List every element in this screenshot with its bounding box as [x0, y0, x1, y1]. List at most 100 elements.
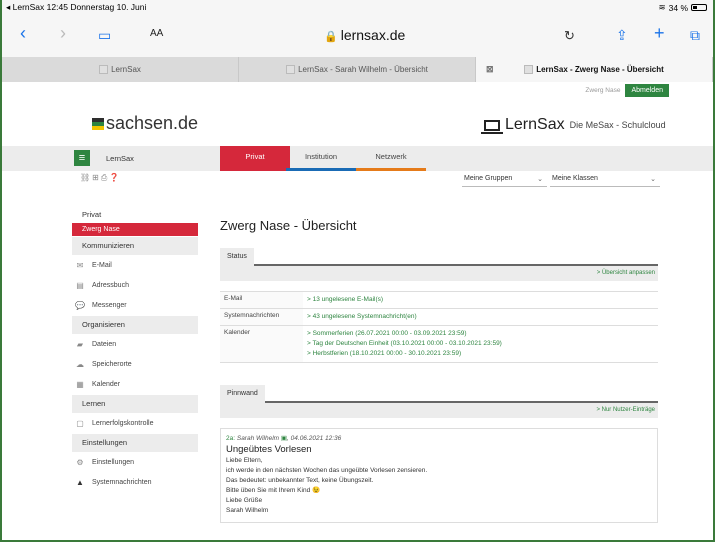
warning-icon: ▲ — [76, 477, 84, 487]
sidebar-item-label: Dateien — [92, 340, 117, 348]
post-line: Sarah Wilhelm — [226, 507, 269, 514]
post-line: Bitte üben Sie mit Ihrem Kind 😉 — [226, 487, 321, 494]
lock-icon: 🔒 — [324, 31, 338, 43]
status-bar: ◂ LernSax 12:45 Donnerstag 10. Juni ≋ 34… — [2, 0, 713, 15]
close-tab-icon[interactable]: ⊠ — [486, 57, 494, 82]
calendar-entry-link[interactable]: > Herbstferien (18.10.2021 00:00 - 30.10… — [307, 349, 654, 359]
post-line: ich werde in den nächsten Wochen das ung… — [226, 467, 428, 474]
sidebar-item-einstellungen[interactable]: ⚙ Einstellungen — [72, 452, 198, 472]
tabs-overview-icon[interactable]: ⧉ — [690, 25, 700, 45]
customize-overview-link[interactable]: > Übersicht anpassen — [597, 270, 655, 276]
new-tab-icon[interactable]: + — [654, 23, 665, 43]
sidebar-item-speicherorte[interactable]: ☁ Speicherorte — [72, 354, 198, 374]
menu-icon[interactable]: ≡ — [74, 150, 90, 166]
browser-tab-lernsax[interactable]: LernSax — [2, 57, 239, 82]
site-header: sachsen.de LernSax Die MeSax - Schulclou… — [2, 99, 713, 147]
tab-institution[interactable]: Institution — [286, 146, 356, 171]
expand-icon[interactable]: ⊞ — [92, 173, 101, 182]
sidebar-item-label: Lernerfolgskontrolle — [92, 419, 154, 427]
sidebar-item-label: Messenger — [92, 301, 127, 309]
pinnwand-panel-bar: > Nur Nutzer-Einträge — [220, 403, 658, 418]
sidebar-section-lernen: Lernen — [72, 395, 198, 413]
help-icon[interactable]: ❓ — [109, 173, 121, 182]
back-button[interactable]: ‹ — [20, 23, 26, 43]
messenger-icon: 💬 — [75, 300, 85, 310]
tab-strip: LernSax LernSax - Sarah Wilhelm - Übersi… — [2, 57, 713, 82]
laptop-icon — [481, 119, 503, 134]
clipboard-icon: ▢ — [76, 418, 84, 428]
tab-privat[interactable]: Privat — [220, 146, 290, 171]
browser-tab-sarah[interactable]: LernSax - Sarah Wilhelm - Übersicht — [239, 57, 476, 82]
classes-dropdown[interactable]: Meine Klassen ⌄ — [550, 175, 660, 187]
saxony-flag-icon — [92, 117, 104, 130]
tree-icon[interactable]: ⛓ — [80, 173, 92, 182]
status-panel-bar: > Übersicht anpassen — [220, 266, 658, 281]
print-icon[interactable]: ⎙ — [101, 173, 109, 182]
sidebar-section-kommunizieren: Kommunizieren — [72, 237, 198, 255]
back-to-app-link[interactable]: ◂ LernSax — [6, 2, 44, 12]
main-content: Zwerg Nase - Übersicht Status > Übersich… — [220, 218, 658, 523]
sub-toolbar: ⛓⊞⎙❓ Meine Gruppen ⌄ Meine Klassen ⌄ — [2, 171, 713, 187]
sidebar: Privat Zwerg Nase Kommunizieren ✉ E-Mail … — [72, 206, 198, 492]
row-key: E-Mail — [220, 292, 303, 308]
row-value: > 13 ungelesene E-Mail(s) — [303, 292, 658, 308]
post-line: Liebe Eltern, — [226, 457, 263, 464]
sidebar-item-messenger[interactable]: 💬 Messenger — [72, 295, 198, 315]
sidebar-item-email[interactable]: ✉ E-Mail — [72, 255, 198, 275]
sachsen-logo-text: sachsen.de — [106, 113, 199, 133]
sidebar-item-systemnachrichten[interactable]: ▲ Systemnachrichten — [72, 472, 198, 492]
post-title: Ungeübtes Vorlesen — [226, 444, 312, 455]
web-page: Zwerg Nase Abmelden sachsen.de LernSax D… — [2, 82, 713, 540]
browser-tab-zwerg[interactable]: ⊠ LernSax - Zwerg Nase - Übersicht — [476, 57, 713, 82]
sidebar-item-label: Adressbuch — [92, 281, 129, 289]
tab-status[interactable]: Status — [220, 248, 254, 266]
reload-icon[interactable]: ↻ — [564, 26, 575, 46]
row-key: Systemnachrichten — [220, 309, 303, 325]
sidebar-item-lernerfolgskontrolle[interactable]: ▢ Lernerfolgskontrolle — [72, 413, 198, 433]
lernsax-logo-text: LernSax — [505, 116, 565, 133]
bookmarks-icon[interactable]: ▭ — [98, 25, 111, 45]
sidebar-item-kalender[interactable]: ▦ Kalender — [72, 374, 198, 394]
chevron-down-icon: ⌄ — [537, 176, 543, 183]
favicon-icon — [286, 65, 296, 75]
sidebar-item-label: Kalender — [92, 380, 121, 388]
tab-netzwerk[interactable]: Netzwerk — [356, 146, 426, 171]
sidebar-item-dateien[interactable]: ▰ Dateien — [72, 334, 198, 354]
calendar-entry-link[interactable]: > Sommerferien (26.07.2021 00:00 - 03.09… — [307, 329, 654, 339]
table-row: E-Mail > 13 ungelesene E-Mail(s) — [220, 291, 658, 308]
sachsen-logo[interactable]: sachsen.de — [92, 113, 198, 134]
mail-icon: ✉ — [76, 260, 84, 270]
sidebar-item-label: Speicherorte — [92, 360, 132, 368]
tab-pinnwand[interactable]: Pinnwand — [220, 385, 265, 403]
logged-in-user: Zwerg Nase — [585, 87, 621, 94]
favicon-icon — [99, 65, 109, 75]
lernsax-logo[interactable]: LernSax Die MeSax - Schulcloud — [481, 116, 666, 134]
user-entries-link[interactable]: > Nur Nutzer-Einträge — [596, 407, 655, 413]
chevron-down-icon: ⌄ — [650, 176, 656, 183]
address-bar[interactable]: 🔒 lernsax.de — [324, 27, 405, 43]
addressbook-icon: ▤ — [76, 280, 84, 290]
groups-dropdown[interactable]: Meine Gruppen ⌄ — [462, 175, 547, 187]
logout-button[interactable]: Abmelden — [625, 84, 669, 97]
browser-toolbar: ‹ › ▭ AA 🔒 lernsax.de ↻ ⇪ + ⧉ — [2, 15, 713, 57]
sidebar-item-adressbuch[interactable]: ▤ Adressbuch — [72, 275, 198, 295]
system-messages-link[interactable]: > 43 ungelesene Systemnachricht(en) — [307, 312, 654, 322]
unread-mail-link[interactable]: > 13 ungelesene E-Mail(s) — [307, 295, 654, 305]
battery-icon — [691, 4, 707, 11]
post-class[interactable]: 2a: — [226, 435, 235, 442]
sidebar-item-zwerg-nase[interactable]: Zwerg Nase — [72, 223, 198, 236]
share-icon[interactable]: ⇪ — [616, 25, 628, 45]
row-value: > 43 ungelesene Systemnachricht(en) — [303, 309, 658, 325]
post-author[interactable]: Sarah Wilhelm — [237, 435, 279, 442]
calendar-icon: ▦ — [76, 379, 84, 389]
status-date: Donnerstag 10. Juni — [70, 2, 147, 12]
text-size-button[interactable]: AA — [150, 28, 163, 39]
cloud-icon: ☁ — [76, 359, 84, 369]
table-row: Kalender > Sommerferien (26.07.2021 00:0… — [220, 325, 658, 363]
calendar-entry-link[interactable]: > Tag der Deutschen Einheit (03.10.2021 … — [307, 339, 654, 349]
sidebar-heading: Privat — [82, 210, 102, 219]
url-text: lernsax.de — [340, 27, 406, 43]
post-line: Das bedeutet: unbekannter Text, keine Üb… — [226, 477, 374, 484]
post-body: Liebe Eltern, ich werde in den nächsten … — [226, 456, 652, 516]
forward-button[interactable]: › — [60, 23, 66, 43]
